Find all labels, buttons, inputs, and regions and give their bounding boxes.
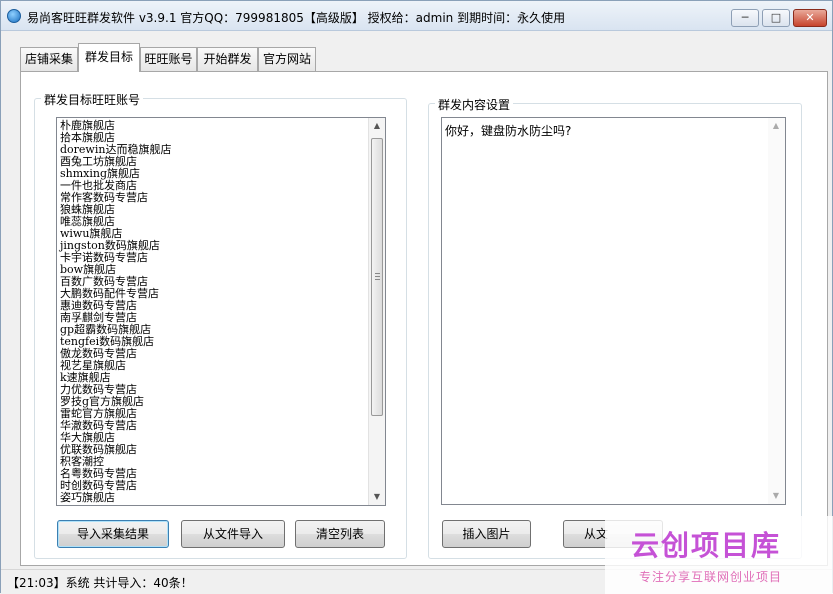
watermark-logo-text: 云创项目库 <box>631 529 782 562</box>
import-results-button[interactable]: 导入采集结果 <box>57 520 169 548</box>
app-logo-icon <box>7 9 21 23</box>
maximize-button[interactable]: □ <box>762 9 790 27</box>
account-list-items: 朴鹿旗舰店 拾本旗舰店 dorewin达而稳旗舰店 酉兔工坊旗舰店 shmxing旗舰店… <box>60 120 171 504</box>
account-list-scrollbar[interactable]: ▲ ▼ <box>368 118 385 505</box>
message-textarea[interactable]: 你好，键盘防水防尘吗? ▲ ▼ <box>441 117 786 505</box>
title-bar[interactable]: 易尚客旺旺群发软件 v3.9.1 官方QQ：799981805【高级版】 授权给… <box>1 1 832 31</box>
scroll-thumb[interactable] <box>371 138 383 416</box>
close-button[interactable]: ✕ <box>793 9 827 27</box>
message-text: 你好，键盘防水防尘吗? <box>445 124 572 138</box>
content-settings-group-title: 群发内容设置 <box>435 96 514 113</box>
app-window: 易尚客旺旺群发软件 v3.9.1 官方QQ：799981805【高级版】 授权给… <box>0 0 833 594</box>
scroll-down-arrow-icon[interactable]: ▼ <box>369 489 385 505</box>
scroll-down-arrow-icon[interactable]: ▼ <box>768 488 784 504</box>
status-text: 【21:03】系统 共计导入：40条！ <box>7 576 193 590</box>
minimize-button[interactable]: ─ <box>731 9 759 27</box>
scroll-grip-icon <box>375 273 380 274</box>
list-item[interactable]: 姿巧旗舰店 <box>60 492 171 504</box>
scroll-up-arrow-icon[interactable]: ▲ <box>369 118 385 134</box>
message-scrollbar[interactable]: ▲ ▼ <box>768 118 785 504</box>
window-title: 易尚客旺旺群发软件 v3.9.1 官方QQ：799981805【高级版】 授权给… <box>27 11 566 25</box>
scroll-grip-line <box>375 276 380 277</box>
tab-shop-collect[interactable]: 店铺采集 <box>20 47 78 71</box>
target-accounts-group: 群发目标旺旺账号 朴鹿旗舰店 拾本旗舰店 dorewin达而稳旗舰店 酉兔工坊旗舰店 s… <box>34 91 407 559</box>
insert-image-button[interactable]: 插入图片 <box>442 520 531 548</box>
tab-targets[interactable]: 群发目标 <box>78 43 140 72</box>
tab-official-site[interactable]: 官方网站 <box>258 47 316 71</box>
watermark-overlay: 云创项目库 专注分享互联网创业项目 <box>605 516 833 594</box>
clear-list-button[interactable]: 清空列表 <box>295 520 385 548</box>
tab-panel-targets: 群发目标旺旺账号 朴鹿旗舰店 拾本旗舰店 dorewin达而稳旗舰店 酉兔工坊旗舰店 s… <box>20 71 828 566</box>
target-accounts-group-title: 群发目标旺旺账号 <box>41 91 144 108</box>
scroll-grip-line <box>375 279 380 280</box>
import-from-file-button[interactable]: 从文件导入 <box>181 520 285 548</box>
content-settings-group: 群发内容设置 你好，键盘防水防尘吗? ▲ ▼ 插入图片 从文 <box>428 96 802 559</box>
scroll-up-arrow-icon[interactable]: ▲ <box>768 118 784 134</box>
tab-wangwang-accounts[interactable]: 旺旺账号 <box>140 47 197 71</box>
watermark-slogan: 专注分享互联网创业项目 <box>639 570 783 584</box>
target-accounts-list[interactable]: 朴鹿旗舰店 拾本旗舰店 dorewin达而稳旗舰店 酉兔工坊旗舰店 shmxing旗舰店… <box>56 117 386 506</box>
tab-start-send[interactable]: 开始群发 <box>197 47 258 71</box>
